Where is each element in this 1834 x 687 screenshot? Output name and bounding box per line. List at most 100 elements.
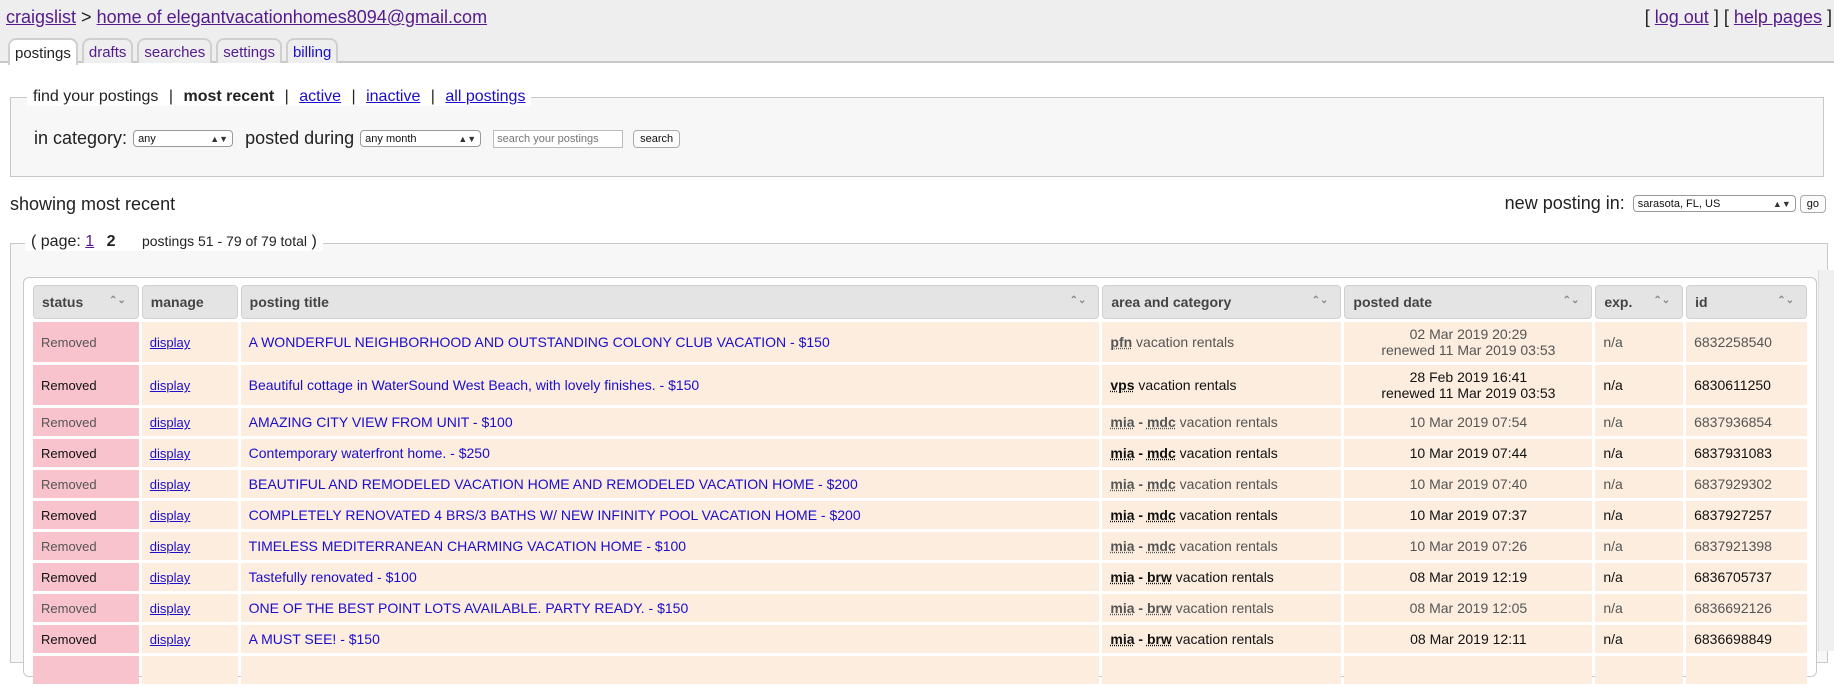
subarea-abbr: mdc [1146,476,1176,492]
search-postings-input[interactable] [493,129,624,148]
title-cell: TIMELESS MEDITERRANEAN CHARMING VACATION… [240,532,1100,560]
category-label: in category: [34,128,128,148]
column-label: status [42,294,84,310]
exp-text: n/a [1603,476,1623,492]
column-header-posting-title[interactable]: posting title ⌃⌄ [240,285,1100,319]
filter-active-link[interactable]: active [299,88,341,105]
subarea-abbr: brw [1146,569,1172,585]
posting-id: 6837931083 [1694,445,1772,461]
display-link[interactable]: display [150,539,190,554]
manage-cell: display [141,501,238,529]
account-links: [ log out ] [ help pages ] [1645,7,1832,28]
column-label: exp. [1604,294,1633,310]
posted-date: 10 Mar 2019 07:54 [1409,414,1528,430]
account-home-link[interactable]: home of elegantvacationhomes8094@gmail.c… [97,7,488,27]
posting-title-link[interactable]: Contemporary waterfront home. - $250 [249,445,490,461]
exp-cell: n/a [1595,501,1684,529]
display-link[interactable]: display [150,601,190,616]
display-link[interactable]: display [150,335,190,350]
posting-id: 6836692126 [1694,600,1772,616]
subarea-abbr: brw [1146,631,1172,647]
sort-icon: ⌃⌄ [1069,295,1087,306]
new-posting-location-select[interactable]: sarasota, FL, US ▲▼ [1632,195,1796,212]
posted-date-cell [1344,656,1593,684]
title-cell [240,656,1100,684]
posting-title-link[interactable]: COMPLETELY RENOVATED 4 BRS/3 BATHS W/ NE… [249,507,861,523]
display-link[interactable]: display [150,477,190,492]
posted-date: 08 Mar 2019 12:11 [1410,631,1527,647]
go-button[interactable]: go [1799,194,1826,213]
page-1-link[interactable]: 1 [85,233,94,250]
tab-drafts[interactable]: drafts [81,38,134,63]
tab-postings[interactable]: postings [8,38,78,65]
posted-during-value: any month [365,132,417,145]
column-header-area-category[interactable]: area and category ⌃⌄ [1102,285,1342,319]
posting-title-link[interactable]: TIMELESS MEDITERRANEAN CHARMING VACATION… [249,538,686,554]
filter-all-postings-link[interactable]: all postings [445,88,525,105]
tab-settings[interactable]: settings [216,38,282,63]
posted-date-cell: 10 Mar 2019 07:40 [1344,470,1593,498]
status-text: Removed [41,445,97,461]
posting-title-link[interactable]: ONE OF THE BEST POINT LOTS AVAILABLE. PA… [249,600,689,616]
craigslist-home-link[interactable]: craigslist [6,7,76,27]
display-link[interactable]: display [150,570,190,585]
id-cell: 6836698849 [1686,625,1807,653]
posted-date: 10 Mar 2019 07:26 [1409,538,1528,554]
display-link[interactable]: display [150,415,190,430]
posting-title-link[interactable]: A MUST SEE! - $150 [249,631,380,647]
posting-title-link[interactable]: Beautiful cottage in WaterSound West Bea… [249,377,700,393]
filter-inactive-link[interactable]: inactive [366,88,420,105]
display-link[interactable]: display [150,378,190,393]
area-category-cell: pfn vacation rentals [1102,322,1342,362]
category-text: vacation rentals [1136,334,1235,350]
display-link[interactable]: display [150,446,190,461]
logout-link[interactable]: log out [1655,7,1709,27]
category-select-value: any [138,132,156,145]
postings-count: postings 51 - 79 of 79 total [141,233,307,249]
posting-title-link[interactable]: BEAUTIFUL AND REMODELED VACATION HOME AN… [249,476,858,492]
help-pages-link[interactable]: help pages [1734,7,1822,27]
column-header-posted-date[interactable]: posted date ⌃⌄ [1344,285,1593,319]
area-category-cell: mia - mdc vacation rentals [1102,532,1342,560]
column-header-status[interactable]: status ⌃⌄ [33,285,139,319]
area-category-cell: mia - mdc vacation rentals [1102,501,1342,529]
filter-most-recent: most recent [183,88,275,105]
table-row: Removed display Tastefully renovated - $10… [33,563,1807,591]
posting-title-link[interactable]: Tastefully renovated - $100 [249,569,417,585]
area-abbr: mia [1110,445,1135,461]
category-text: vacation rentals [1175,631,1274,647]
area-category-cell: mia - mdc vacation rentals [1102,439,1342,467]
posted-during-select[interactable]: any month ▲▼ [360,130,482,147]
posted-date: 02 Mar 2019 20:29 [1409,326,1528,342]
find-postings-legend: find your postings | most recent | activ… [27,88,532,106]
new-posting-label: new posting in: [1504,193,1625,213]
select-arrows-icon: ▲▼ [1772,198,1791,209]
posting-id: 6837927257 [1694,507,1772,523]
tab-searches[interactable]: searches [137,38,213,63]
area-category-cell [1102,656,1342,684]
exp-cell: n/a [1595,470,1684,498]
posting-title-link[interactable]: A WONDERFUL NEIGHBORHOOD AND OUTSTANDING… [249,334,830,350]
exp-cell: n/a [1595,563,1684,591]
area-dash: - [1138,569,1144,585]
column-header-id[interactable]: id ⌃⌄ [1686,285,1807,319]
status-cell: Removed [33,470,139,498]
posted-date: 08 Mar 2019 12:19 [1409,569,1528,585]
search-button[interactable]: search [633,129,681,148]
status-cell [33,656,139,684]
tab-billing[interactable]: billing [285,38,339,63]
column-header-exp[interactable]: exp. ⌃⌄ [1595,285,1684,319]
title-cell: Tastefully renovated - $100 [240,563,1100,591]
vertical-scrollbar[interactable] [1818,270,1834,651]
category-text: vacation rentals [1175,600,1274,616]
posted-date-cell: 28 Feb 2019 16:41 renewed 11 Mar 2019 03:… [1344,365,1593,405]
category-select[interactable]: any ▲▼ [133,130,234,147]
area-category-cell: vps vacation rentals [1102,365,1342,405]
display-link[interactable]: display [150,632,190,647]
posting-title-link[interactable]: AMAZING CITY VIEW FROM UNIT - $100 [249,414,513,430]
display-link[interactable]: display [150,508,190,523]
table-row: Removed display TIMELESS MEDITERRANEAN CHA… [33,532,1807,560]
bracket: [ [1723,7,1729,27]
exp-cell [1595,656,1684,684]
manage-cell: display [141,470,238,498]
